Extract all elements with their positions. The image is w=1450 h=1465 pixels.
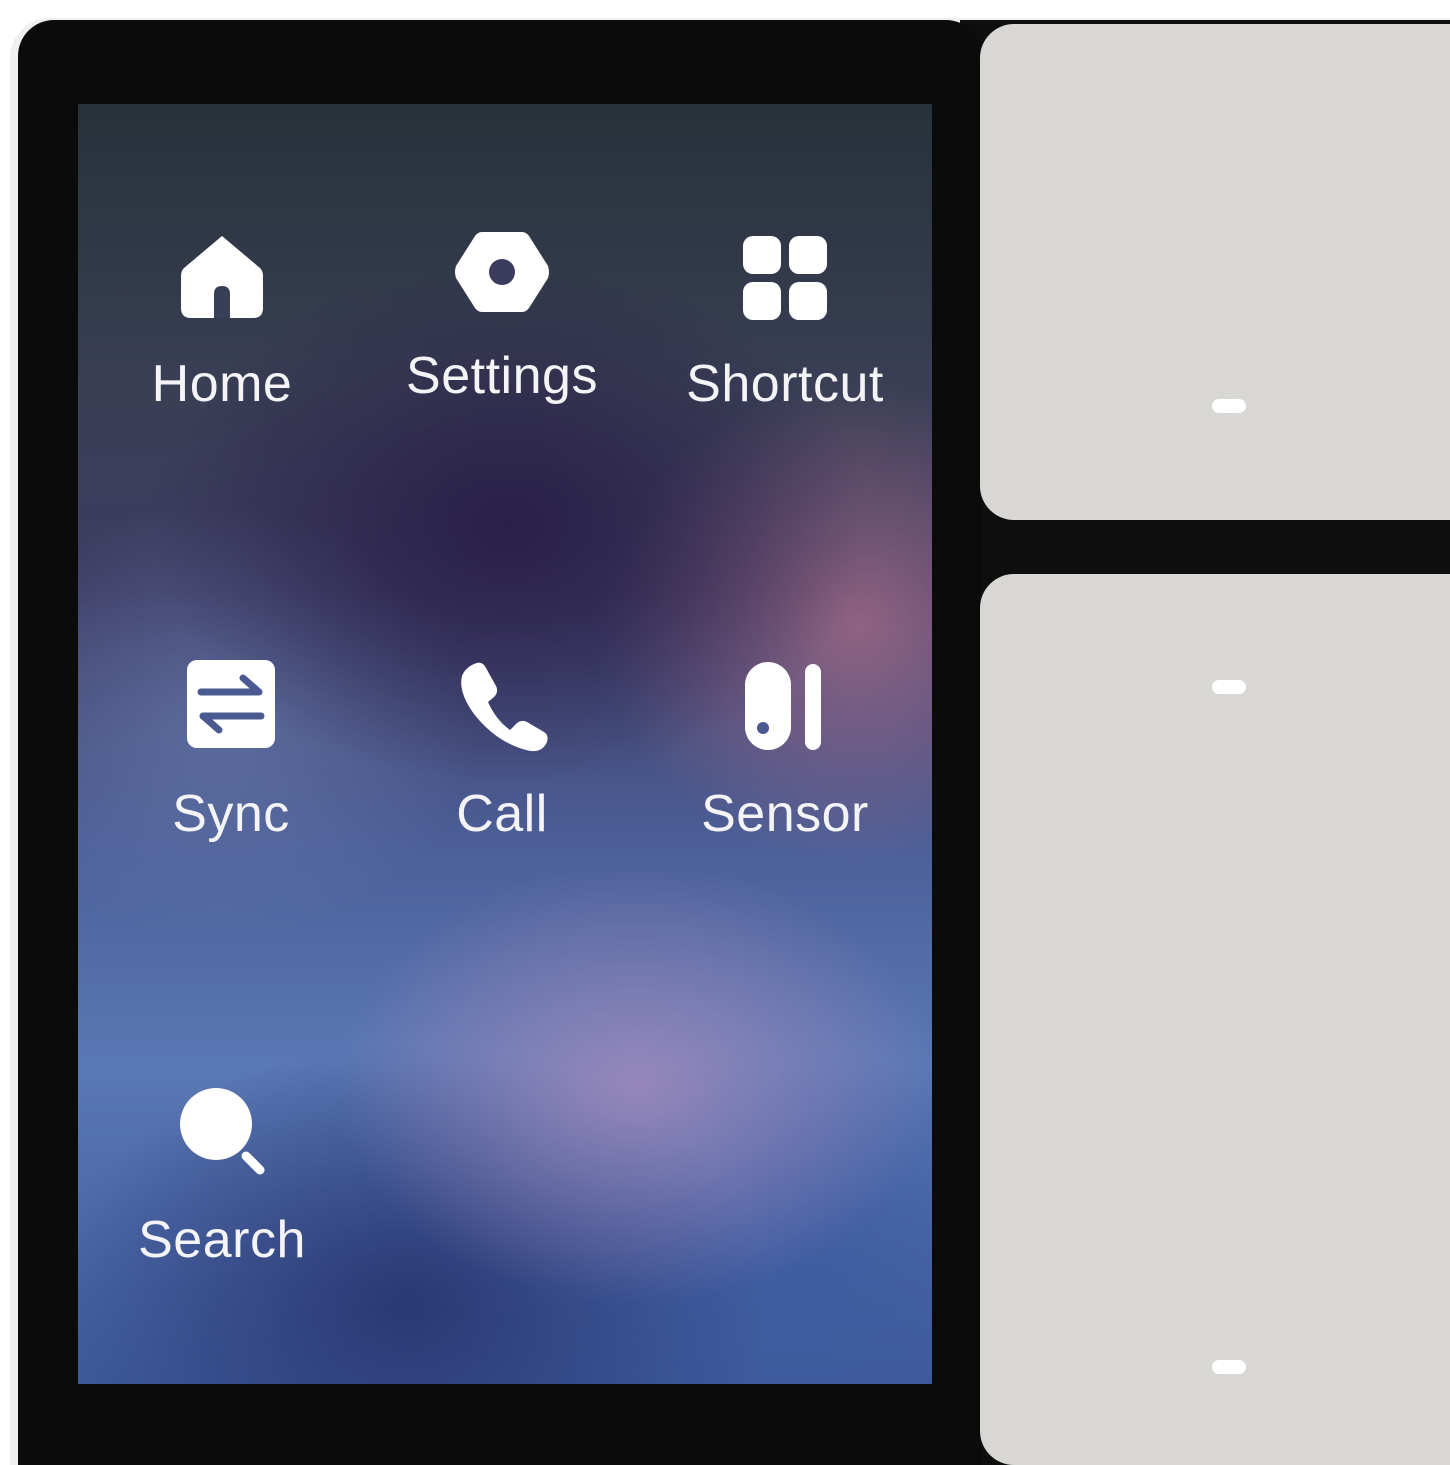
top-switch-key[interactable] bbox=[980, 24, 1450, 520]
sync-icon bbox=[187, 660, 275, 748]
search-icon bbox=[180, 1088, 265, 1175]
app-home[interactable]: Home bbox=[107, 228, 337, 428]
app-sensor[interactable]: Sensor bbox=[670, 656, 900, 856]
key-indicator-led bbox=[1212, 1360, 1246, 1374]
home-icon bbox=[181, 236, 263, 318]
grid-icon bbox=[743, 236, 827, 320]
app-sync[interactable]: Sync bbox=[116, 656, 346, 856]
app-search[interactable]: Search bbox=[107, 1082, 337, 1282]
app-label: Shortcut bbox=[686, 355, 884, 413]
key-indicator-led bbox=[1212, 399, 1246, 413]
settings-icon bbox=[455, 232, 549, 312]
app-label: Settings bbox=[406, 347, 598, 405]
app-settings[interactable]: Settings bbox=[387, 222, 617, 422]
app-label: Sensor bbox=[701, 785, 869, 843]
app-call[interactable]: Call bbox=[387, 656, 617, 856]
touch-screen: Home Settings Shortcut Sync Call Sensor … bbox=[78, 104, 932, 1384]
app-label: Search bbox=[138, 1211, 306, 1269]
sensor-icon bbox=[745, 662, 821, 750]
app-label: Sync bbox=[172, 785, 290, 843]
app-label: Call bbox=[456, 785, 548, 843]
phone-icon bbox=[461, 662, 548, 752]
app-label: Home bbox=[151, 355, 293, 413]
app-shortcut[interactable]: Shortcut bbox=[670, 228, 900, 428]
bottom-switch-key[interactable] bbox=[980, 574, 1450, 1465]
key-indicator-led bbox=[1212, 680, 1246, 694]
